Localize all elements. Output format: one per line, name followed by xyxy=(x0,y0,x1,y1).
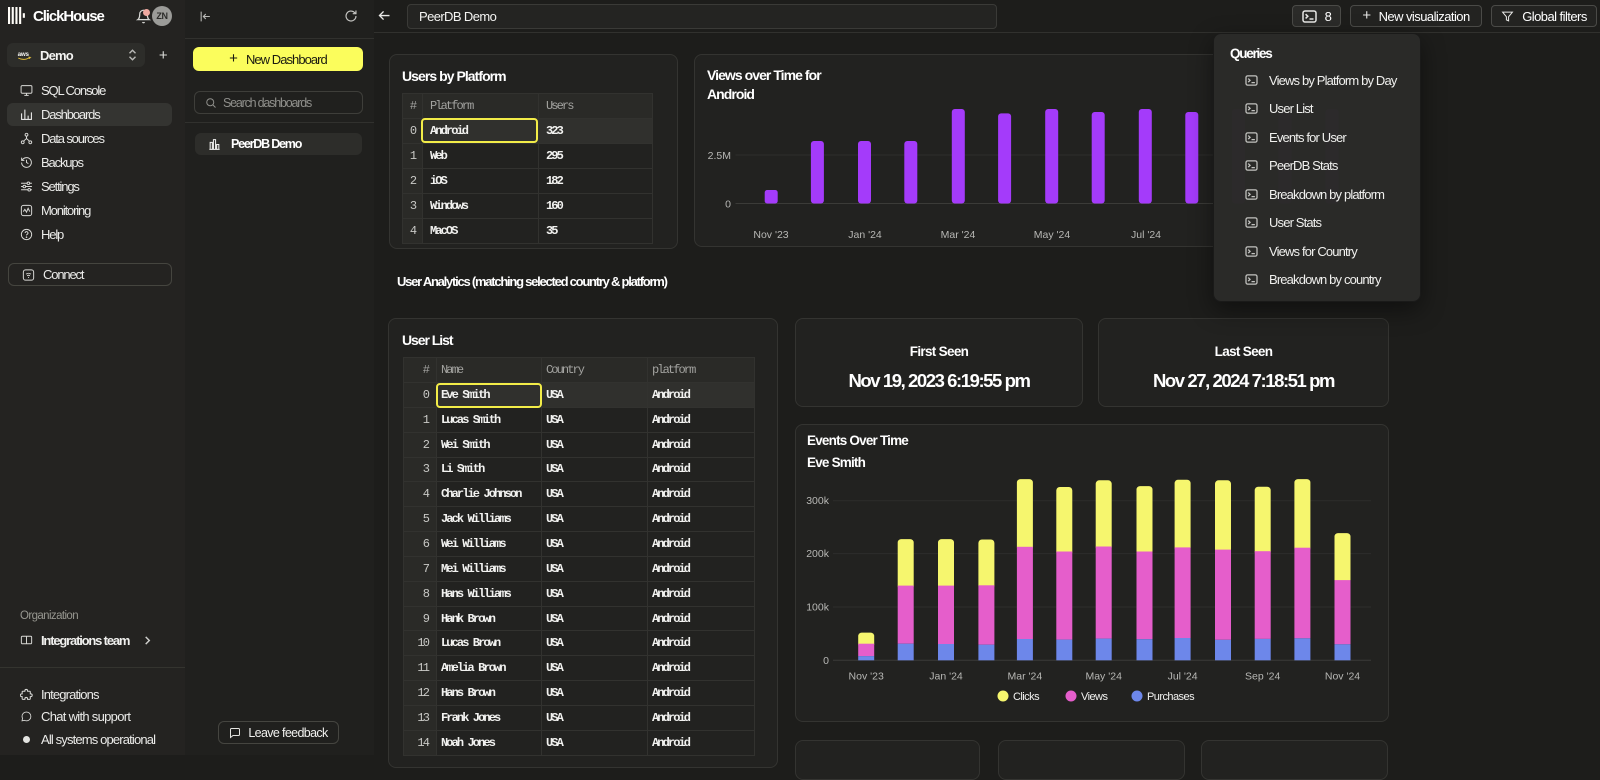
svg-text:Jan '24: Jan '24 xyxy=(848,229,882,241)
svg-text:100k: 100k xyxy=(806,602,830,614)
svg-text:300k: 300k xyxy=(806,495,830,507)
svg-text:2.5M: 2.5M xyxy=(708,150,731,162)
svg-text:Jul '24: Jul '24 xyxy=(1131,229,1161,241)
svg-text:aws: aws xyxy=(18,51,30,58)
svg-text:Nov '23: Nov '23 xyxy=(753,229,788,241)
svg-text:Clicks: Clicks xyxy=(1013,691,1040,703)
svg-text:0: 0 xyxy=(725,199,731,211)
svg-text:Mar '24: Mar '24 xyxy=(941,229,976,241)
svg-text:Mar '24: Mar '24 xyxy=(1008,671,1043,683)
svg-text:Jul '24: Jul '24 xyxy=(1168,671,1198,683)
svg-text:Jan '24: Jan '24 xyxy=(929,671,963,683)
svg-text:Nov '24: Nov '24 xyxy=(1325,671,1360,683)
svg-text:May '24: May '24 xyxy=(1085,671,1122,683)
svg-text:Purchases: Purchases xyxy=(1147,691,1195,703)
svg-text:Sep '24: Sep '24 xyxy=(1245,671,1280,683)
svg-text:May '24: May '24 xyxy=(1034,229,1071,241)
svg-text:Nov '23: Nov '23 xyxy=(849,671,884,683)
svg-text:0: 0 xyxy=(823,655,829,667)
svg-text:200k: 200k xyxy=(806,548,830,560)
svg-text:Views: Views xyxy=(1081,691,1108,703)
